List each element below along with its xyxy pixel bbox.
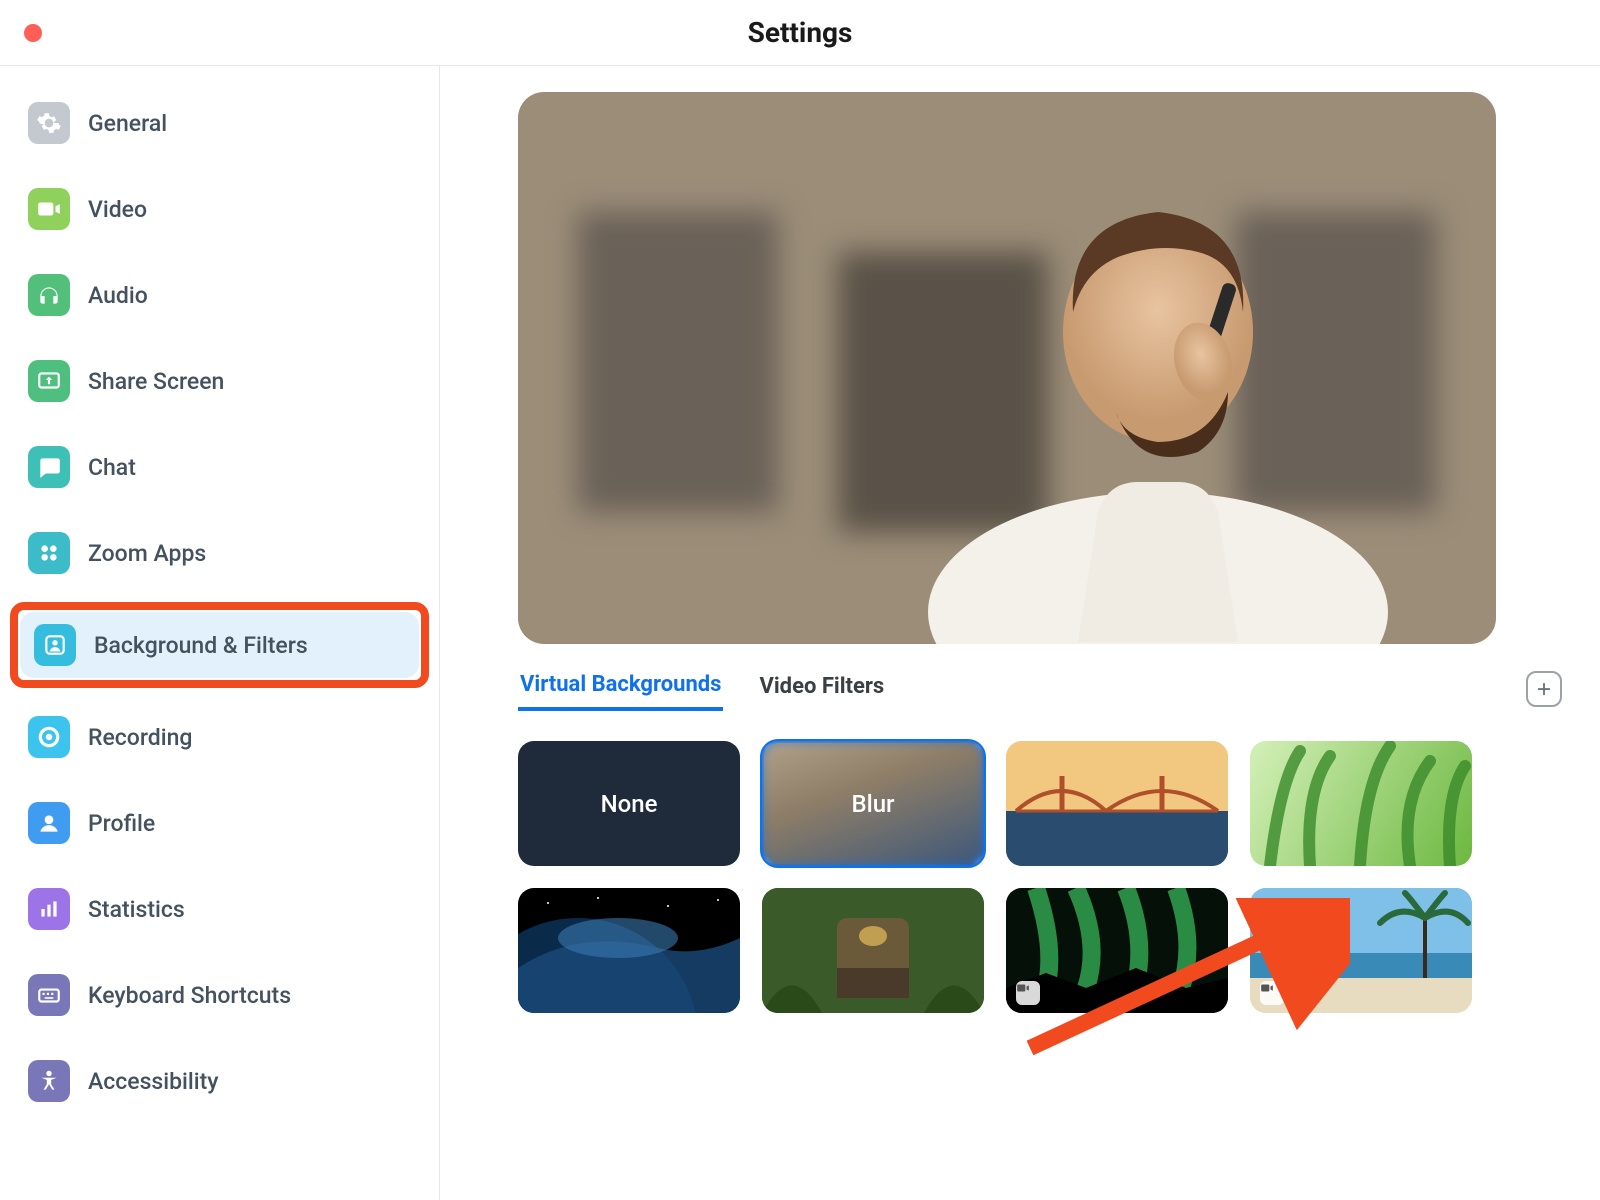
sidebar-item-share-screen[interactable]: Share Screen	[14, 348, 425, 414]
record-icon	[28, 716, 70, 758]
settings-sidebar: General Video Audio Sha	[0, 66, 440, 1200]
sidebar-item-label: Profile	[88, 810, 155, 837]
background-option-none[interactable]: None	[518, 741, 740, 866]
sidebar-item-recording[interactable]: Recording	[14, 704, 425, 770]
share-screen-icon	[28, 360, 70, 402]
video-badge-icon	[1016, 981, 1040, 1005]
sidebar-item-keyboard-shortcuts[interactable]: Keyboard Shortcuts	[14, 962, 425, 1028]
titlebar: Settings	[0, 0, 1600, 66]
sidebar-item-zoom-apps[interactable]: Zoom Apps	[14, 520, 425, 586]
headphones-icon	[28, 274, 70, 316]
video-preview	[518, 92, 1496, 644]
chat-icon	[28, 446, 70, 488]
window-controls	[24, 24, 42, 42]
keyboard-icon	[28, 974, 70, 1016]
background-option-image[interactable]	[1006, 741, 1228, 866]
background-option-video[interactable]	[1006, 888, 1228, 1013]
accessibility-icon	[28, 1060, 70, 1102]
sidebar-item-label: Background & Filters	[94, 632, 308, 659]
sidebar-item-label: Chat	[88, 454, 136, 481]
close-window-button[interactable]	[24, 24, 42, 42]
background-option-image[interactable]	[762, 888, 984, 1013]
sidebar-item-label: Keyboard Shortcuts	[88, 982, 291, 1009]
sidebar-item-label: Recording	[88, 724, 192, 751]
sidebar-item-video[interactable]: Video	[14, 176, 425, 242]
sidebar-item-background-filters[interactable]: Background & Filters	[20, 612, 419, 678]
sidebar-item-label: General	[88, 110, 167, 137]
add-background-button[interactable]	[1526, 671, 1562, 707]
background-icon	[34, 624, 76, 666]
sidebar-item-label: Audio	[88, 282, 148, 309]
background-grid: None Blur	[518, 741, 1562, 1013]
sidebar-item-label: Zoom Apps	[88, 540, 206, 567]
background-tabs: Virtual Backgrounds Video Filters	[518, 666, 1562, 711]
tab-video-filters[interactable]: Video Filters	[757, 668, 886, 709]
background-option-image[interactable]	[518, 888, 740, 1013]
video-icon	[28, 188, 70, 230]
sidebar-item-profile[interactable]: Profile	[14, 790, 425, 856]
statistics-icon	[28, 888, 70, 930]
window-title: Settings	[0, 16, 1600, 49]
sidebar-item-statistics[interactable]: Statistics	[14, 876, 425, 942]
sidebar-item-label: Video	[88, 196, 147, 223]
sidebar-item-label: Statistics	[88, 896, 185, 923]
sidebar-item-accessibility[interactable]: Accessibility	[14, 1048, 425, 1114]
tab-virtual-backgrounds[interactable]: Virtual Backgrounds	[518, 666, 723, 711]
background-option-video[interactable]	[1250, 888, 1472, 1013]
sidebar-item-audio[interactable]: Audio	[14, 262, 425, 328]
video-badge-icon	[1260, 981, 1284, 1005]
background-option-blur[interactable]: Blur	[762, 741, 984, 866]
sidebar-item-general[interactable]: General	[14, 90, 425, 156]
settings-content: Virtual Backgrounds Video Filters None B…	[440, 66, 1600, 1200]
profile-icon	[28, 802, 70, 844]
sidebar-item-label: Accessibility	[88, 1068, 219, 1095]
sidebar-item-chat[interactable]: Chat	[14, 434, 425, 500]
plus-icon	[1535, 680, 1553, 698]
background-option-image[interactable]	[1250, 741, 1472, 866]
annotation-highlight-box: Background & Filters	[10, 602, 429, 688]
apps-icon	[28, 532, 70, 574]
sidebar-item-label: Share Screen	[88, 368, 224, 395]
gear-icon	[28, 102, 70, 144]
